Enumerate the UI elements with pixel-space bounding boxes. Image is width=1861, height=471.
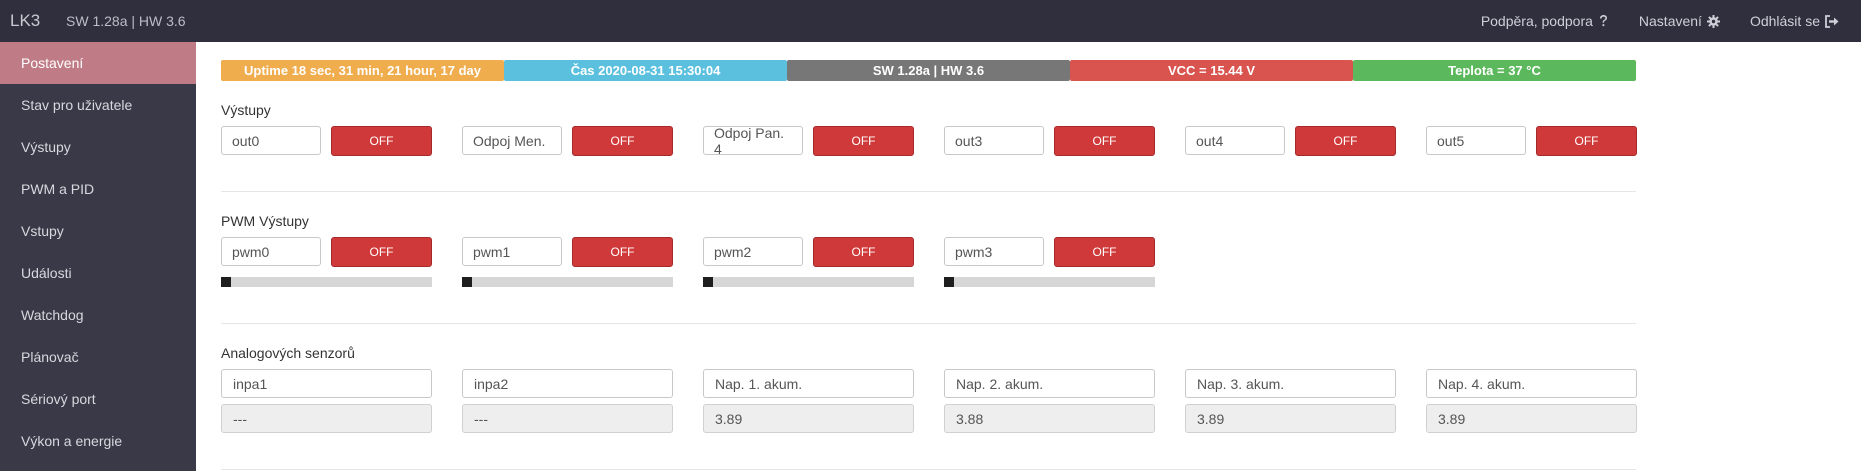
sidebar-item-planovac[interactable]: Plánovač [0, 336, 196, 378]
pwm-name-input[interactable]: pwm1 [462, 237, 562, 266]
outputs-title: Výstupy [221, 102, 271, 118]
analog-name-input[interactable]: inpa1 [221, 369, 432, 398]
output-name-input[interactable]: out5 [1426, 126, 1526, 155]
output-name-input[interactable]: Odpoj Men. [462, 126, 562, 155]
analog-value: 3.89 [1185, 404, 1396, 433]
pwm-toggle-button[interactable]: OFF [1054, 237, 1155, 267]
analog-name-input[interactable]: Nap. 1. akum. [703, 369, 914, 398]
sidebar-item-stav-pro-uzivatele[interactable]: Stav pro uživatele [0, 84, 196, 126]
output-name-input[interactable]: out3 [944, 126, 1044, 155]
output-toggle-button[interactable]: OFF [572, 126, 673, 156]
pwm-toggle-button[interactable]: OFF [331, 237, 432, 267]
time-badge: Čas 2020-08-31 15:30:04 [504, 60, 787, 81]
sidebar-item-postaveni[interactable]: Postavení [0, 42, 196, 84]
settings-link[interactable]: Nastavení [1639, 13, 1720, 29]
pwm-toggle-button[interactable]: OFF [572, 237, 673, 267]
analog-name-input[interactable]: inpa2 [462, 369, 673, 398]
pwm-title: PWM Výstupy [221, 213, 309, 229]
sidebar: Postavení Stav pro uživatele Výstupy PWM… [0, 42, 196, 471]
section-divider [221, 191, 1636, 192]
pwm-slider[interactable] [944, 277, 1155, 287]
analog-title: Analogových senzorů [221, 345, 355, 361]
sidebar-item-vystupy[interactable]: Výstupy [0, 126, 196, 168]
uptime-badge: Uptime 18 sec, 31 min, 21 hour, 17 day [221, 60, 504, 81]
support-link[interactable]: Podpěra, podpora [1481, 13, 1609, 29]
question-icon [1599, 15, 1607, 27]
analog-value: 3.88 [944, 404, 1155, 433]
pwm-slider[interactable] [703, 277, 914, 287]
brand-logo[interactable]: LK3 [0, 11, 66, 31]
output-toggle-button[interactable]: OFF [331, 126, 432, 156]
sidebar-item-seriovy-port[interactable]: Sériový port [0, 378, 196, 420]
pwm-name-input[interactable]: pwm3 [944, 237, 1044, 266]
sidebar-item-watchdog[interactable]: Watchdog [0, 294, 196, 336]
analog-name-input[interactable]: Nap. 3. akum. [1185, 369, 1396, 398]
pwm-slider-handle[interactable] [221, 277, 231, 287]
top-navbar: LK3 SW 1.28a | HW 3.6 Podpěra, podpora N… [0, 0, 1861, 42]
temperature-badge: Teplota = 37 °C [1353, 60, 1636, 81]
pwm-slider[interactable] [221, 277, 432, 287]
hw-info: SW 1.28a | HW 3.6 [66, 13, 186, 29]
output-toggle-button[interactable]: OFF [1536, 126, 1637, 156]
pwm-slider-handle[interactable] [703, 277, 713, 287]
analog-value: --- [462, 404, 673, 433]
section-divider [221, 469, 1636, 470]
pwm-name-input[interactable]: pwm0 [221, 237, 321, 266]
sidebar-item-pwm-a-pid[interactable]: PWM a PID [0, 168, 196, 210]
output-toggle-button[interactable]: OFF [1295, 126, 1396, 156]
top-nav: Podpěra, podpora Nastavení Odhlásit se [1451, 0, 1861, 42]
sidebar-item-vstupy[interactable]: Vstupy [0, 210, 196, 252]
output-toggle-button[interactable]: OFF [1054, 126, 1155, 156]
analog-name-input[interactable]: Nap. 2. akum. [944, 369, 1155, 398]
sign-out-icon [1825, 14, 1839, 28]
logout-link[interactable]: Odhlásit se [1750, 13, 1839, 29]
analog-name-input[interactable]: Nap. 4. akum. [1426, 369, 1637, 398]
output-name-input[interactable]: out4 [1185, 126, 1285, 155]
vcc-badge: VCC = 15.44 V [1070, 60, 1353, 81]
output-toggle-button[interactable]: OFF [813, 126, 914, 156]
output-name-input[interactable]: out0 [221, 126, 321, 155]
pwm-slider-handle[interactable] [944, 277, 954, 287]
pwm-slider[interactable] [462, 277, 673, 287]
sidebar-item-udalosti[interactable]: Události [0, 252, 196, 294]
gear-icon [1706, 14, 1720, 28]
pwm-toggle-button[interactable]: OFF [813, 237, 914, 267]
section-divider [221, 323, 1636, 324]
analog-value: 3.89 [1426, 404, 1637, 433]
sw-badge: SW 1.28a | HW 3.6 [787, 60, 1070, 81]
pwm-slider-handle[interactable] [462, 277, 472, 287]
output-name-input[interactable]: Odpoj Pan. 4 [703, 125, 803, 157]
analog-value: 3.89 [703, 404, 914, 433]
analog-value: --- [221, 404, 432, 433]
sidebar-item-vykon-a-energie[interactable]: Výkon a energie [0, 420, 196, 462]
pwm-name-input[interactable]: pwm2 [703, 237, 803, 266]
status-bar: Uptime 18 sec, 31 min, 21 hour, 17 day Č… [221, 60, 1636, 81]
